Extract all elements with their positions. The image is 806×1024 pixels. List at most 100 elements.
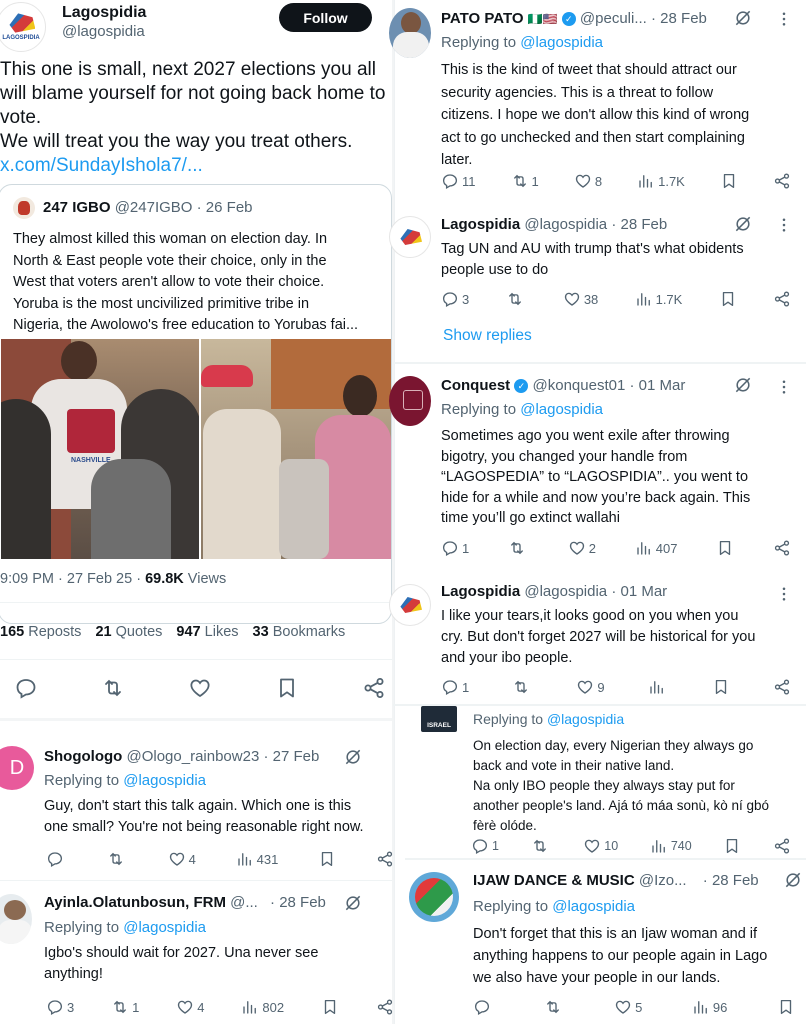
reply-action[interactable] xyxy=(46,850,67,868)
more-icon[interactable] xyxy=(775,216,793,234)
bookmark-icon[interactable] xyxy=(275,676,299,700)
reply-action[interactable]: 1 xyxy=(471,837,499,855)
repost-action[interactable] xyxy=(107,850,128,868)
views-action[interactable]: 802 xyxy=(241,998,284,1016)
avatar-pato-pato[interactable] xyxy=(389,8,431,58)
replying-to-handle[interactable]: @lagospidia xyxy=(552,898,635,915)
repost-action[interactable] xyxy=(512,678,533,696)
more-icon[interactable] xyxy=(775,585,793,603)
views-action[interactable]: 407 xyxy=(635,539,677,557)
like-action[interactable]: 9 xyxy=(576,678,605,696)
author-name[interactable]: Lagospidia xyxy=(62,4,146,22)
quoted-date[interactable]: · 26 Feb xyxy=(197,199,253,216)
reply-author-name[interactable]: Lagospidia xyxy=(441,583,520,600)
share-action[interactable] xyxy=(773,172,791,190)
quotes-stat[interactable]: 21 Quotes xyxy=(95,624,162,640)
views-action[interactable]: 431 xyxy=(236,850,278,868)
reply-icon[interactable] xyxy=(14,676,38,700)
repost-icon[interactable] xyxy=(101,676,125,700)
avatar-shogologo[interactable]: D xyxy=(0,746,34,790)
bookmark-action[interactable] xyxy=(318,850,336,868)
replying-to-handle[interactable]: @lagospidia xyxy=(520,34,603,51)
share-action[interactable] xyxy=(376,850,394,868)
quoted-photo-right[interactable] xyxy=(201,339,391,559)
show-replies-link[interactable]: Show replies xyxy=(443,327,532,345)
like-action[interactable]: 2 xyxy=(568,539,596,557)
repost-action[interactable] xyxy=(506,290,527,308)
avatar-lagospidia[interactable] xyxy=(389,216,431,258)
bookmark-action[interactable] xyxy=(777,998,795,1016)
bookmark-action[interactable] xyxy=(716,539,734,557)
like-icon[interactable] xyxy=(188,676,212,700)
avatar-israel[interactable]: ISRAEL xyxy=(421,706,457,732)
repost-action[interactable] xyxy=(544,998,565,1016)
share-icon[interactable] xyxy=(362,676,386,700)
repost-action[interactable]: 1 xyxy=(511,172,539,190)
replying-to-handle[interactable]: @lagospidia xyxy=(123,772,206,789)
grok-icon[interactable] xyxy=(733,214,753,234)
quoted-photo-left[interactable]: NASHVILLE xyxy=(1,339,199,559)
reply-author-name[interactable]: Conquest xyxy=(441,377,510,394)
bookmark-action[interactable] xyxy=(719,290,737,308)
tweet-link[interactable]: x.com/SundayIshola7/... xyxy=(0,154,392,178)
avatar-lagospidia[interactable] xyxy=(389,584,431,626)
reply-author-handle[interactable]: @lagospidia xyxy=(524,216,607,233)
reply-author-name[interactable]: Lagospidia xyxy=(441,216,520,233)
reply-author-handle[interactable]: @lagospidia xyxy=(524,583,607,600)
like-action[interactable]: 38 xyxy=(563,290,598,308)
reply-author-handle[interactable]: @konquest01 xyxy=(533,377,626,394)
views-action[interactable]: 1.7K xyxy=(635,290,682,308)
bookmark-action[interactable] xyxy=(723,837,741,855)
reply-author-handle[interactable]: @Izo... xyxy=(639,872,687,889)
tweet-time[interactable]: 9:09 PM · 27 Feb 25 · xyxy=(0,571,145,587)
repost-action[interactable] xyxy=(531,837,552,855)
avatar-conquest[interactable] xyxy=(389,376,431,426)
bookmark-action[interactable] xyxy=(321,998,339,1016)
replying-to-handle[interactable]: @lagospidia xyxy=(547,711,624,727)
grok-icon[interactable] xyxy=(343,747,363,767)
replying-to-handle[interactable]: @lagospidia xyxy=(520,401,603,418)
reply-author-handle[interactable]: @... xyxy=(230,894,258,911)
views-action[interactable] xyxy=(648,678,669,696)
replying-to-handle[interactable]: @lagospidia xyxy=(123,919,206,936)
grok-icon[interactable] xyxy=(783,870,803,890)
follow-button[interactable]: Follow xyxy=(279,3,372,32)
reply-author-name[interactable]: Ayinla.Olatunbosun, FRM xyxy=(44,894,226,911)
like-action[interactable]: 4 xyxy=(168,850,196,868)
reply-date[interactable]: · 27 Feb xyxy=(263,748,319,765)
like-action[interactable]: 5 xyxy=(614,998,642,1016)
reply-author-name[interactable]: IJAW DANCE & MUSIC xyxy=(473,872,635,889)
repost-action[interactable]: 1 xyxy=(111,998,139,1016)
views-action[interactable]: 96 xyxy=(692,998,727,1016)
views-action[interactable]: 1.7K xyxy=(637,172,685,190)
reply-action[interactable]: 3 xyxy=(46,998,74,1016)
quoted-tweet-card[interactable]: 247 IGBO @247IGBO · 26 Feb They almost k… xyxy=(0,184,392,624)
reposts-stat[interactable]: 165 Reposts xyxy=(0,624,81,640)
reply-date[interactable]: · 28 Feb xyxy=(651,10,707,27)
likes-stat[interactable]: 947 Likes xyxy=(176,624,238,640)
reply-date[interactable]: · 28 Feb xyxy=(611,216,667,233)
grok-icon[interactable] xyxy=(343,893,363,913)
quoted-author-handle[interactable]: @247IGBO xyxy=(115,199,193,216)
like-action[interactable]: 4 xyxy=(176,998,205,1016)
reply-author-handle[interactable]: @peculi... xyxy=(580,10,647,27)
like-action[interactable]: 10 xyxy=(583,837,618,855)
bookmark-action[interactable] xyxy=(712,678,730,696)
reply-author-handle[interactable]: @Ologo_rainbow23 xyxy=(126,748,259,765)
reply-date[interactable]: · 01 Mar xyxy=(629,377,685,394)
reply-action[interactable]: 3 xyxy=(441,290,469,308)
grok-icon[interactable] xyxy=(733,8,753,28)
grok-icon[interactable] xyxy=(733,375,753,395)
reply-author-name[interactable]: Shogologo xyxy=(44,748,122,765)
share-action[interactable] xyxy=(376,998,394,1016)
reply-date[interactable]: · 28 Feb xyxy=(703,872,759,889)
reply-date[interactable]: · 01 Mar xyxy=(611,583,667,600)
reply-action[interactable]: 11 xyxy=(441,172,476,190)
reply-author-name[interactable]: PATO PATO xyxy=(441,10,524,27)
share-action[interactable] xyxy=(773,837,791,855)
bookmarks-stat[interactable]: 33 Bookmarks xyxy=(253,624,346,640)
reply-action[interactable]: 1 xyxy=(441,678,469,696)
share-action[interactable] xyxy=(773,539,791,557)
like-action[interactable]: 8 xyxy=(574,172,602,190)
views-action[interactable]: 740 xyxy=(650,837,692,855)
